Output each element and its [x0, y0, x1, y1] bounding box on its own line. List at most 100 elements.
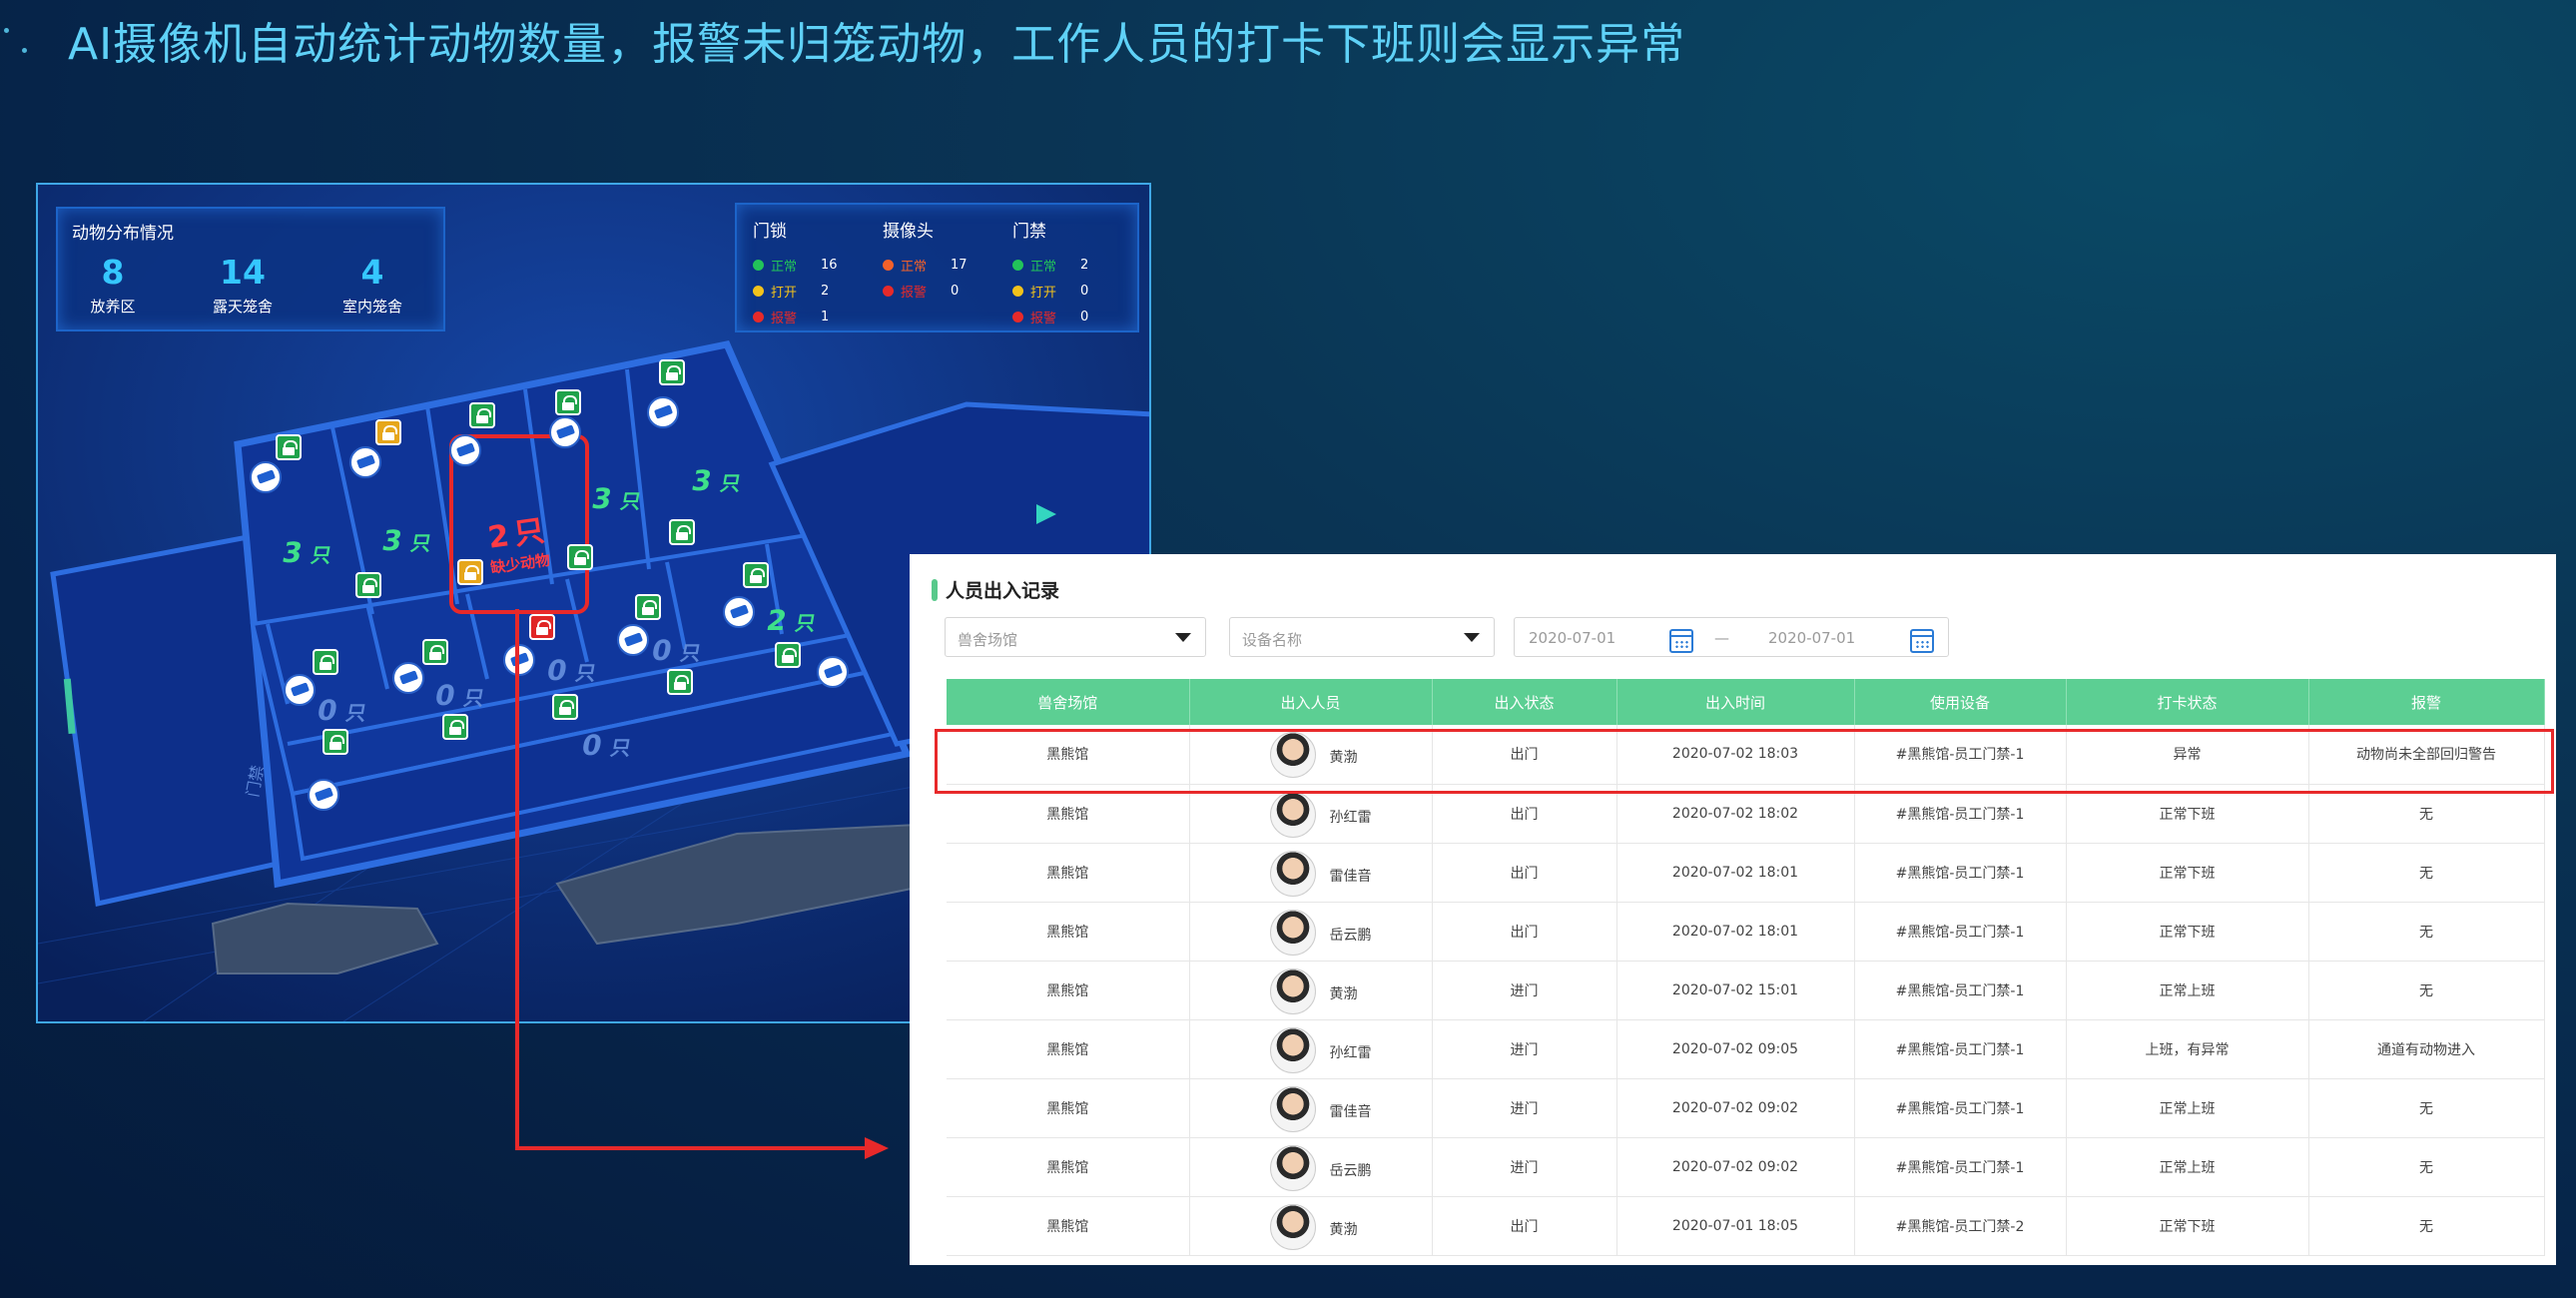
cage-count[interactable]: 0 只 [432, 679, 487, 712]
cell-venue: 黑熊馆 [947, 902, 1190, 962]
table-row[interactable]: 黑熊馆 雷佳音 进门 2020-07-02 09:02 #黑熊馆-员工门禁-1 正常上班无 [947, 1078, 2545, 1138]
cage-count-num: 0 [544, 654, 570, 687]
cage-count-num: 3 [589, 482, 615, 515]
table-row[interactable]: 黑熊馆 岳云鹏 进门 2020-07-02 09:02 #黑熊馆-员工门禁-1 正常上班无 [947, 1137, 2545, 1197]
table-row[interactable]: 黑熊馆 黄渤 进门 2020-07-02 15:01 #黑熊馆-员工门禁-1 正常上班无 [947, 961, 2545, 1020]
lock-icon[interactable] [322, 729, 348, 755]
table-row[interactable]: 黑熊馆 雷佳音 出门 2020-07-02 18:01 #黑熊馆-员工门禁-1 正常下班无 [947, 843, 2545, 903]
table-row[interactable]: 黑熊馆 孙红雷 进门 2020-07-02 09:05 #黑熊馆-员工门禁-1 上班，有异… [947, 1019, 2545, 1079]
lock-open-icon[interactable] [457, 559, 483, 585]
person-name: 孙红雷 [1329, 809, 1372, 826]
cell-venue: 黑熊馆 [947, 1137, 1190, 1197]
cage-count[interactable]: 3 只 [589, 482, 644, 515]
lock-icon[interactable] [659, 359, 685, 385]
lock-icon[interactable] [313, 649, 338, 675]
cage-count[interactable]: 0 只 [315, 694, 369, 727]
venue-select[interactable]: 兽舍场馆 [945, 617, 1206, 657]
cage-count[interactable]: 2 只 [764, 604, 819, 637]
cell-alarm: 无 [2308, 843, 2545, 903]
column-header[interactable]: 出入状态 [1432, 679, 1617, 725]
device-status: 打开 [771, 285, 798, 301]
cell-venue: 黑熊馆 [947, 1078, 1190, 1138]
lock-icon[interactable] [442, 714, 468, 740]
camera-icon[interactable] [503, 644, 535, 676]
person-name: 岳云鹏 [1329, 927, 1372, 944]
lock-icon[interactable] [555, 389, 581, 415]
records-title: 人员出入记录 [932, 576, 1059, 603]
camera-icon[interactable] [392, 662, 424, 694]
stat-free-range: 8 放养区 [58, 253, 168, 317]
lock-icon[interactable] [775, 642, 801, 668]
lock-icon[interactable] [552, 694, 578, 720]
camera-icon[interactable] [723, 596, 755, 628]
cage-count[interactable]: 3 只 [379, 524, 434, 557]
cell-person: 孙红雷 [1189, 784, 1433, 844]
table-row[interactable]: 黑熊馆 黄渤 出门 2020-07-02 18:03 #黑熊馆-员工门禁-1 异常 动物尚未… [947, 725, 2545, 785]
camera-icon[interactable] [449, 434, 481, 466]
camera-icon[interactable] [647, 396, 679, 428]
cage-count-num: 0 [315, 694, 340, 727]
calendar-icon[interactable] [1669, 629, 1693, 653]
cage-count-num: 0 [432, 679, 458, 712]
column-header[interactable]: 打卡状态 [2066, 679, 2309, 725]
date-from[interactable]: 2020-07-01 [1529, 629, 1615, 647]
camera-icon[interactable] [250, 461, 282, 493]
cell-device: #黑熊馆-员工门禁-1 [1854, 784, 2067, 844]
device-row: 报警 0 [1012, 304, 1132, 329]
cage-count[interactable]: 0 只 [649, 634, 704, 667]
table-row[interactable]: 黑熊馆 岳云鹏 出门 2020-07-02 18:01 #黑熊馆-员工门禁-1 正常下班无 [947, 902, 2545, 962]
camera-icon[interactable] [308, 779, 339, 811]
stat-outdoor-cage: 14 露天笼舍 [188, 253, 298, 317]
cage-count[interactable]: 0 只 [544, 654, 599, 687]
lock-icon[interactable] [276, 434, 302, 460]
device-status: 报警 [771, 311, 798, 326]
lock-icon[interactable] [635, 594, 661, 620]
stat-label: 室内笼舍 [341, 298, 402, 316]
device-status: 报警 [901, 285, 928, 301]
column-header[interactable]: 使用设备 [1854, 679, 2067, 725]
lock-alarm-icon[interactable] [529, 614, 555, 640]
lock-icon[interactable] [422, 639, 448, 665]
lock-icon[interactable] [743, 562, 769, 588]
records-title-text: 人员出入记录 [946, 580, 1060, 602]
avatar [1269, 791, 1316, 838]
camera-icon[interactable] [617, 624, 649, 656]
lock-icon[interactable] [669, 519, 695, 545]
camera-icon[interactable] [349, 446, 381, 478]
stat-label: 露天笼舍 [212, 298, 273, 316]
device-select[interactable]: 设备名称 [1229, 617, 1495, 657]
camera-icon[interactable] [284, 674, 316, 706]
device-col-title: 门禁 [1012, 222, 1046, 242]
table-row[interactable]: 黑熊馆 黄渤 出门 2020-07-01 18:05 #黑熊馆-员工门禁-2 正常下班无 [947, 1196, 2545, 1256]
cage-count-unit: 只 [408, 531, 433, 555]
column-header[interactable]: 出入人员 [1189, 679, 1433, 725]
lock-icon[interactable] [567, 544, 593, 570]
device-col-lock: 门锁 正常 16 打开 2 报警 1 [753, 217, 873, 329]
device-status: 打开 [1030, 285, 1057, 301]
person-name: 黄渤 [1329, 985, 1358, 1002]
date-to[interactable]: 2020-07-01 [1768, 629, 1855, 647]
column-header[interactable]: 兽舍场馆 [947, 679, 1190, 725]
status-dot [1012, 285, 1023, 297]
cage-count[interactable]: 3 只 [689, 464, 744, 497]
cage-count[interactable]: 3 只 [280, 536, 334, 569]
date-range-picker[interactable]: 2020-07-01 — 2020-07-01 [1514, 617, 1949, 657]
lock-open-icon[interactable] [375, 419, 401, 445]
table-row[interactable]: 黑熊馆 孙红雷 出门 2020-07-02 18:02 #黑熊馆-员工门禁-1 正常下班无 [947, 784, 2545, 844]
stat-value: 4 [360, 253, 384, 292]
cell-time: 2020-07-02 09:02 [1616, 1137, 1855, 1197]
device-count: 2 [1080, 257, 1089, 273]
device-row: 正常 16 [753, 252, 873, 278]
column-header[interactable]: 报警 [2308, 679, 2545, 725]
camera-icon[interactable] [817, 656, 849, 688]
missing-animal-label: 2 只 缺少动物 [483, 505, 551, 578]
calendar-icon[interactable] [1910, 629, 1934, 653]
lock-icon[interactable] [469, 402, 495, 428]
camera-icon[interactable] [549, 416, 581, 448]
cage-count-unit: 只 [343, 701, 368, 725]
lock-icon[interactable] [355, 572, 381, 598]
column-header[interactable]: 出入时间 [1616, 679, 1855, 725]
lock-icon[interactable] [667, 669, 693, 695]
cage-count[interactable]: 0 只 [579, 729, 634, 762]
status-dot [753, 259, 764, 271]
